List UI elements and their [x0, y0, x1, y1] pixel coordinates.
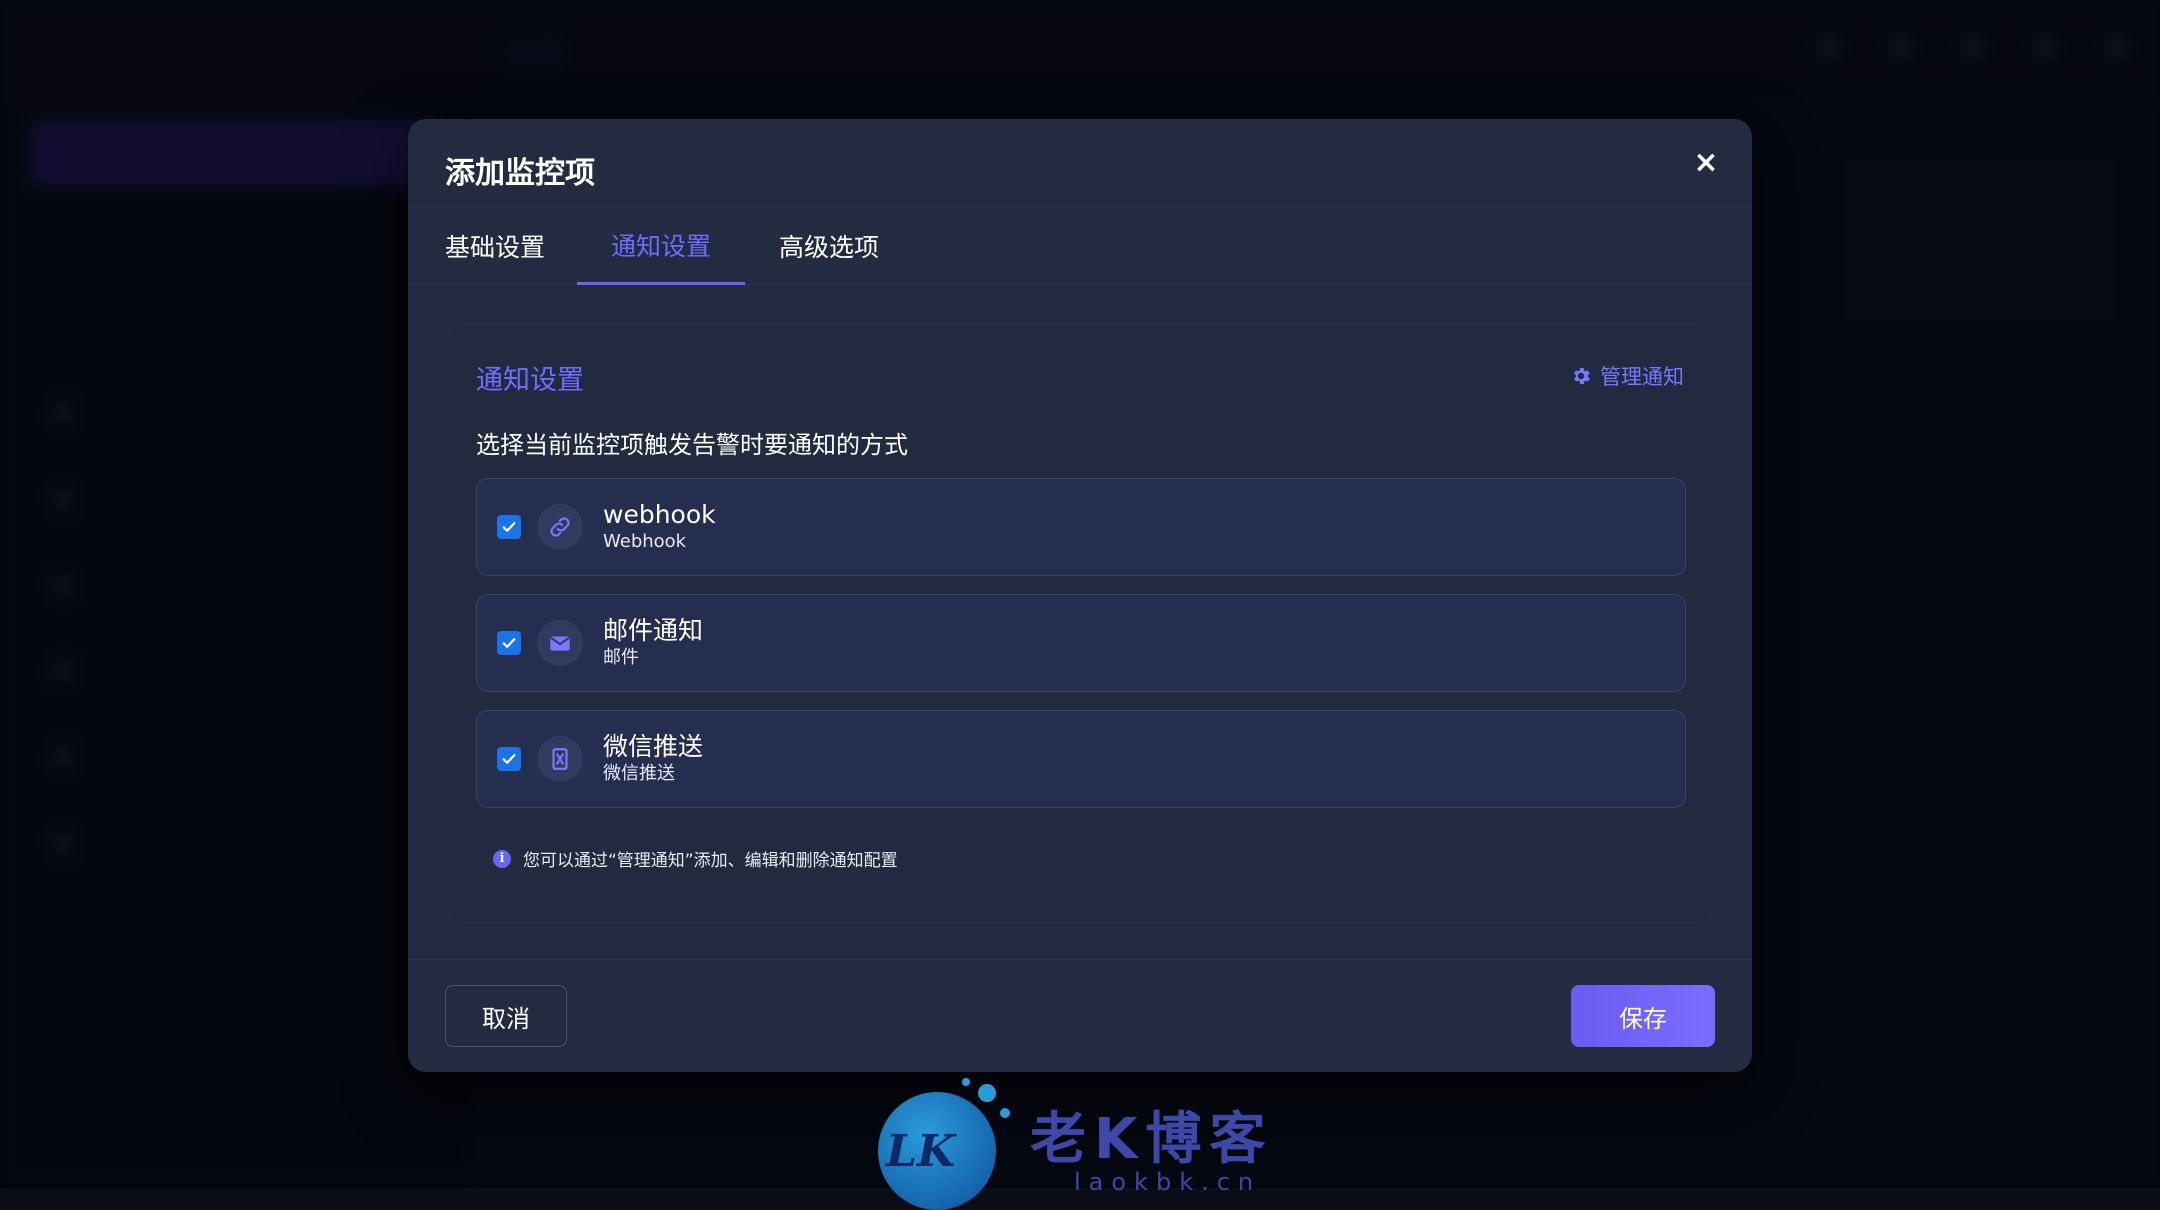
- gear-icon: [1574, 367, 1590, 385]
- cancel-button[interactable]: 取消: [445, 985, 567, 1047]
- channel-type: Webhook: [603, 531, 687, 552]
- link-icon: [537, 504, 583, 550]
- dialog-header: 添加监控项 ×: [408, 119, 1752, 207]
- watermark-logo-text: LK: [886, 1126, 956, 1177]
- channel-name: 微信推送: [603, 732, 704, 761]
- panel-title: 通知设置: [476, 365, 584, 396]
- tab-basic-settings[interactable]: 基础设置: [445, 207, 545, 285]
- check-icon: [502, 754, 516, 764]
- check-icon: [502, 638, 516, 648]
- watermark-url: laokbk.cn: [1074, 1168, 1262, 1196]
- add-monitor-dialog: 添加监控项 × 基础设置 通知设置 高级选项 通知设置 管理通知 选择当前监控项…: [408, 119, 1752, 1072]
- envelope-icon: [537, 620, 583, 666]
- channel-checkbox[interactable]: [497, 631, 521, 655]
- channel-type: 微信推送: [603, 763, 675, 784]
- tab-notification-settings[interactable]: 通知设置: [577, 207, 745, 285]
- channel-wechat[interactable]: 微信推送 微信推送: [476, 710, 1686, 808]
- manage-notifications-label: 管理通知: [1600, 365, 1684, 389]
- dialog-footer: 取消 保存: [408, 959, 1752, 1072]
- notification-panel: 通知设置 管理通知 选择当前监控项触发告警时要通知的方式 webhook Web…: [445, 324, 1715, 923]
- channel-text: 微信推送 微信推送: [603, 732, 703, 786]
- channel-type: 邮件: [603, 647, 639, 668]
- check-icon: [502, 522, 516, 532]
- hint-text: i 您可以通过“管理通知”添加、编辑和删除通知配置: [493, 846, 898, 871]
- manage-notifications-link[interactable]: 管理通知: [1570, 361, 1684, 391]
- watermark-name: 老K博客: [1030, 1107, 1274, 1172]
- channel-email[interactable]: 邮件通知 邮件: [476, 594, 1686, 692]
- channel-text: webhook Webhook: [603, 500, 716, 554]
- wechat-icon: [537, 736, 583, 782]
- channel-webhook[interactable]: webhook Webhook: [476, 478, 1686, 576]
- info-icon: i: [493, 849, 511, 868]
- channel-name: webhook: [603, 500, 716, 529]
- channel-name: 邮件通知: [603, 616, 704, 645]
- dialog-title: 添加监控项: [445, 156, 595, 191]
- watermark-splash: [1000, 1108, 1010, 1118]
- channel-text: 邮件通知 邮件: [603, 616, 703, 670]
- app-root: 添加监控项 × 基础设置 通知设置 高级选项 通知设置 管理通知 选择当前监控项…: [0, 0, 2160, 1210]
- watermark-splash: [962, 1078, 970, 1086]
- watermark-splash: [978, 1084, 996, 1102]
- channel-checkbox[interactable]: [497, 747, 521, 771]
- panel-description: 选择当前监控项触发告警时要通知的方式: [476, 431, 908, 459]
- channel-checkbox[interactable]: [497, 515, 521, 539]
- watermark: LK 老K博客 laokbk.cn: [878, 1078, 1298, 1210]
- tab-advanced-options[interactable]: 高级选项: [777, 207, 881, 285]
- dialog-tabs: 基础设置 通知设置 高级选项: [408, 207, 1752, 285]
- close-button[interactable]: ×: [1690, 147, 1722, 179]
- save-button[interactable]: 保存: [1571, 985, 1715, 1047]
- hint-label: 您可以通过“管理通知”添加、编辑和删除通知配置: [523, 851, 898, 871]
